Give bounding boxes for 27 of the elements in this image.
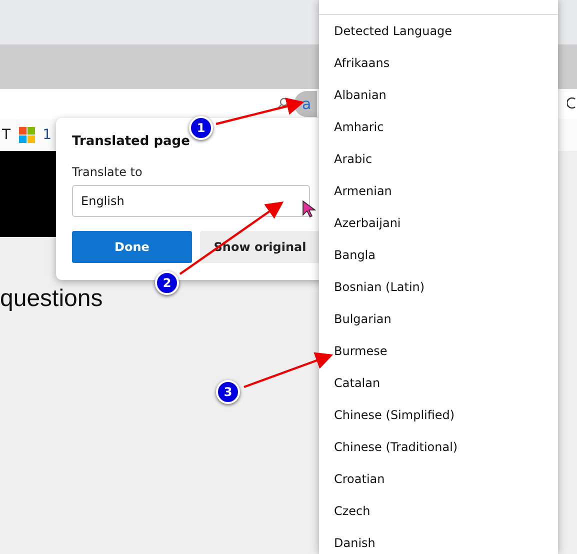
bookmark[interactable]: T (2, 127, 11, 143)
field-label: Translate to (72, 165, 144, 179)
language-option[interactable]: Azerbaijani (319, 207, 558, 239)
cursor-icon (302, 200, 316, 218)
step-badge: 3 (216, 380, 240, 404)
language-option[interactable]: Bulgarian (319, 303, 558, 335)
language-select[interactable]: English (72, 185, 310, 217)
bookmark[interactable]: 1 (42, 127, 52, 143)
language-option[interactable]: Catalan (319, 367, 558, 399)
language-option[interactable]: Armenian (319, 175, 558, 207)
language-option[interactable]: Burmese (319, 335, 558, 367)
windows-logo-icon[interactable] (18, 127, 35, 143)
page-heading: questions (0, 285, 103, 313)
done-button[interactable]: Done (72, 231, 192, 263)
language-option[interactable]: Albanian (319, 79, 558, 111)
language-option[interactable]: Chinese (Traditional) (319, 431, 558, 463)
refresh-icon[interactable] (567, 96, 577, 110)
language-option[interactable]: Danish (319, 527, 558, 554)
language-option[interactable]: Croatian (319, 463, 558, 495)
language-option[interactable]: Chinese (Simplified) (319, 399, 558, 431)
popup-title: Translated page (72, 134, 191, 149)
language-option[interactable]: Amharic (319, 111, 558, 143)
language-option[interactable]: Czech (319, 495, 558, 527)
language-option[interactable]: Bangla (319, 239, 558, 271)
step-badge: 2 (155, 271, 179, 295)
language-option[interactable]: Arabic (319, 143, 558, 175)
language-option[interactable]: Bosnian (Latin) (319, 271, 558, 303)
